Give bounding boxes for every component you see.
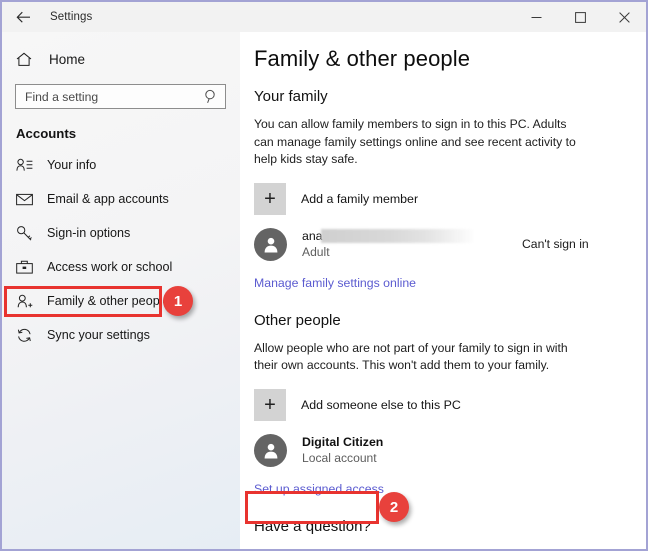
page-title: Family & other people <box>254 46 471 71</box>
minimize-button[interactable] <box>514 2 558 32</box>
your-family-heading: Your family <box>254 88 328 105</box>
sidebar-item-label: Access work or school <box>47 260 173 274</box>
sidebar-item-label: Email & app accounts <box>47 192 169 206</box>
search-icon[interactable] <box>204 89 218 109</box>
maximize-button[interactable] <box>558 2 602 32</box>
sidebar-item-sync-your-settings[interactable]: Sync your settings <box>2 318 240 352</box>
sidebar-item-family-other-people[interactable]: Family & other people <box>2 284 240 318</box>
local-account-name: Digital Citizen <box>302 434 384 449</box>
family-member-role: Adult <box>302 244 330 259</box>
sidebar-item-sign-in-options[interactable]: Sign-in options <box>2 216 240 250</box>
footer-heading: Have a question? <box>254 517 371 535</box>
sidebar-item-home[interactable]: Home <box>2 45 240 73</box>
other-people-description: Allow people who are not part of your fa… <box>254 340 568 373</box>
redacted-name-blur <box>321 228 473 243</box>
person-avatar-icon <box>254 433 287 467</box>
sidebar-item-email-app-accounts[interactable]: Email & app accounts <box>2 182 240 216</box>
plus-icon: + <box>254 182 286 215</box>
user-info-icon <box>16 158 36 172</box>
sidebar-item-your-info[interactable]: Your info <box>2 148 240 182</box>
add-someone-else-label: Add someone else to this PC <box>301 397 461 412</box>
add-person-icon <box>16 294 36 309</box>
search-box[interactable] <box>15 84 226 109</box>
local-account-row[interactable]: Digital Citizen Local account <box>254 433 646 467</box>
sidebar-item-label: Family & other people <box>47 294 170 308</box>
family-member-info: ana Adult <box>302 228 473 260</box>
sidebar: Home Accounts You <box>2 32 240 549</box>
manage-family-settings-link[interactable]: Manage family settings online <box>254 276 416 290</box>
sidebar-home-label: Home <box>49 51 86 67</box>
envelope-icon <box>16 193 36 206</box>
add-someone-else-button[interactable]: + Add someone else to this PC <box>254 388 646 421</box>
family-member-row[interactable]: ana Adult Can't sign in <box>254 227 646 261</box>
briefcase-icon <box>16 260 36 274</box>
sidebar-item-label: Sign-in options <box>47 226 131 240</box>
family-member-status: Can't sign in <box>522 236 589 251</box>
add-family-member-label: Add a family member <box>301 191 419 206</box>
main-content: Family & other people Your family You ca… <box>240 32 646 549</box>
set-up-assigned-access-link[interactable]: Set up assigned access <box>254 482 384 496</box>
settings-window: Settings Home Find a setting Accounts Yo… <box>0 0 648 551</box>
person-avatar-icon <box>254 227 287 261</box>
search-input[interactable] <box>16 85 197 108</box>
window-title: Settings <box>50 11 93 23</box>
sync-icon <box>16 328 36 343</box>
add-family-member-button[interactable]: + Add a family member <box>254 182 646 215</box>
sidebar-nav-list: Your info Email & app accounts Sign-in o… <box>2 148 240 352</box>
local-account-info: Digital Citizen Local account <box>302 435 383 466</box>
local-account-type: Local account <box>302 450 377 465</box>
sidebar-item-label: Your info <box>47 158 97 172</box>
home-icon <box>16 52 38 67</box>
back-button[interactable] <box>2 2 44 32</box>
close-button[interactable] <box>602 2 646 32</box>
other-people-heading: Other people <box>254 311 341 329</box>
title-bar: Settings <box>2 2 646 32</box>
window-controls <box>514 2 646 32</box>
sidebar-item-label: Sync your settings <box>47 328 150 342</box>
plus-icon: + <box>254 388 286 421</box>
sidebar-section-title: Accounts <box>16 126 77 141</box>
key-icon <box>16 225 36 241</box>
sidebar-item-access-work-school[interactable]: Access work or school <box>2 250 240 284</box>
your-family-description: You can allow family members to sign in … <box>254 117 576 166</box>
